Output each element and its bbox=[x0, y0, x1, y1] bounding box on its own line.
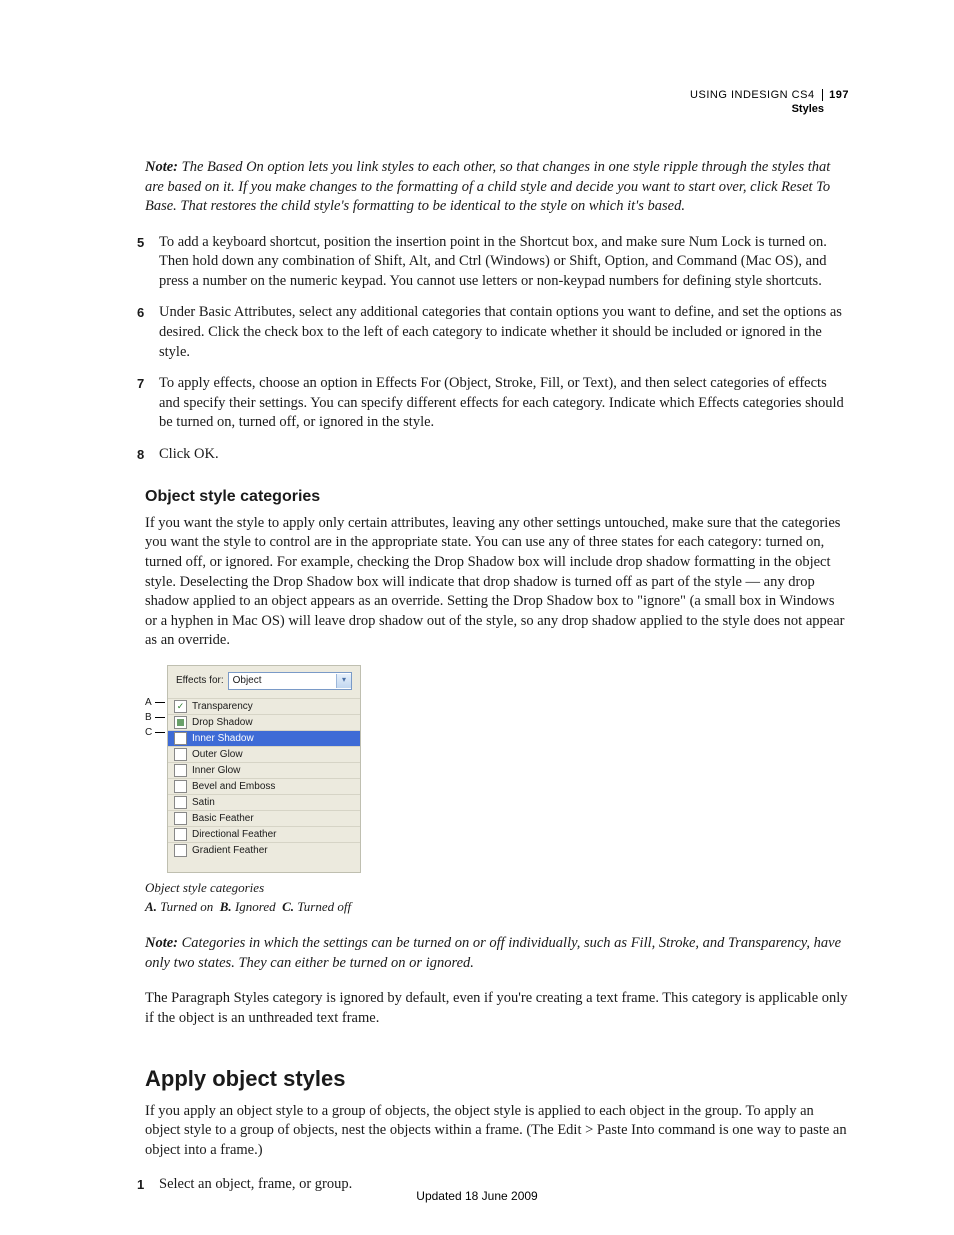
subhead-object-style-categories: Object style categories bbox=[145, 486, 849, 508]
note-based-on: Note: The Based On option lets you link … bbox=[145, 158, 849, 217]
list-item[interactable]: Satin bbox=[168, 794, 360, 810]
note-label: Note: bbox=[145, 159, 178, 175]
effects-for-label: Effects for: bbox=[176, 674, 224, 688]
list-item[interactable]: Inner Glow bbox=[168, 762, 360, 778]
chapter-title: Styles bbox=[690, 102, 824, 116]
effects-for-row: Effects for: Object ▾ bbox=[168, 666, 360, 698]
list-item[interactable]: Bevel and Emboss bbox=[168, 778, 360, 794]
checkbox-off-icon[interactable] bbox=[174, 796, 187, 809]
effects-for-dropdown[interactable]: Object ▾ bbox=[228, 672, 352, 690]
effects-for-value: Object bbox=[233, 674, 262, 688]
steps-list: 5 To add a keyboard shortcut, position t… bbox=[145, 233, 849, 465]
effects-list: ✓ Transparency Drop Shadow Inner Shadow bbox=[168, 698, 360, 858]
note-two-states: Note: Categories in which the settings c… bbox=[145, 934, 849, 973]
para-paragraph-styles: The Paragraph Styles category is ignored… bbox=[145, 989, 849, 1028]
checkbox-off-icon[interactable] bbox=[174, 780, 187, 793]
para-categories-states: If you want the style to apply only cert… bbox=[145, 514, 849, 651]
step-number: 5 bbox=[137, 233, 159, 292]
step-text: Under Basic Attributes, select any addit… bbox=[159, 303, 849, 362]
step-5: 5 To add a keyboard shortcut, position t… bbox=[145, 233, 849, 292]
step-7: 7 To apply effects, choose an option in … bbox=[145, 374, 849, 433]
checkbox-off-icon[interactable] bbox=[174, 732, 187, 745]
figure-caption: Object style categories bbox=[145, 879, 849, 897]
list-item[interactable]: Directional Feather bbox=[168, 826, 360, 842]
page-number: 197 bbox=[822, 89, 849, 101]
chevron-down-icon: ▾ bbox=[336, 674, 351, 688]
step-text: Click OK. bbox=[159, 445, 849, 465]
note-label: Note: bbox=[145, 935, 178, 951]
footer-updated: Updated 18 June 2009 bbox=[0, 1189, 954, 1203]
step-number: 8 bbox=[137, 445, 159, 465]
step-6: 6 Under Basic Attributes, select any add… bbox=[145, 303, 849, 362]
checkbox-checked-icon[interactable]: ✓ bbox=[174, 700, 187, 713]
note-text: The Based On option lets you link styles… bbox=[145, 159, 830, 214]
step-text: To apply effects, choose an option in Ef… bbox=[159, 374, 849, 433]
checkbox-off-icon[interactable] bbox=[174, 844, 187, 857]
book-title: USING INDESIGN CS4 bbox=[690, 89, 815, 101]
checkbox-off-icon[interactable] bbox=[174, 748, 187, 761]
list-item[interactable]: Outer Glow bbox=[168, 746, 360, 762]
checkbox-mixed-icon[interactable] bbox=[174, 716, 187, 729]
figure-object-style-categories: A B C Effects for: Object ▾ bbox=[145, 665, 849, 916]
step-number: 7 bbox=[137, 374, 159, 433]
list-item[interactable]: ✓ Transparency bbox=[168, 698, 360, 714]
running-header: USING INDESIGN CS4 197 Styles bbox=[690, 88, 849, 117]
callout-a: A bbox=[145, 696, 168, 710]
list-item[interactable]: Gradient Feather bbox=[168, 842, 360, 858]
step-text: To add a keyboard shortcut, position the… bbox=[159, 233, 849, 292]
list-item[interactable]: Inner Shadow bbox=[168, 730, 360, 746]
checkbox-off-icon[interactable] bbox=[174, 812, 187, 825]
page: USING INDESIGN CS4 197 Styles Note: The … bbox=[0, 0, 954, 1235]
list-item[interactable]: Drop Shadow bbox=[168, 714, 360, 730]
heading-apply-object-styles: Apply object styles bbox=[145, 1064, 849, 1094]
callout-c: C bbox=[145, 726, 168, 740]
checkbox-off-icon[interactable] bbox=[174, 764, 187, 777]
effects-panel: Effects for: Object ▾ ✓ Transparency bbox=[167, 665, 361, 873]
step-8: 8 Click OK. bbox=[145, 445, 849, 465]
checkbox-off-icon[interactable] bbox=[174, 828, 187, 841]
list-item[interactable]: Basic Feather bbox=[168, 810, 360, 826]
para-apply-group: If you apply an object style to a group … bbox=[145, 1102, 849, 1161]
content: Note: The Based On option lets you link … bbox=[145, 88, 849, 1194]
step-number: 6 bbox=[137, 303, 159, 362]
figure-legend: A. Turned on B. Ignored C. Turned off bbox=[145, 898, 849, 916]
note-text: Categories in which the settings can be … bbox=[145, 935, 841, 971]
callout-b: B bbox=[145, 711, 168, 725]
